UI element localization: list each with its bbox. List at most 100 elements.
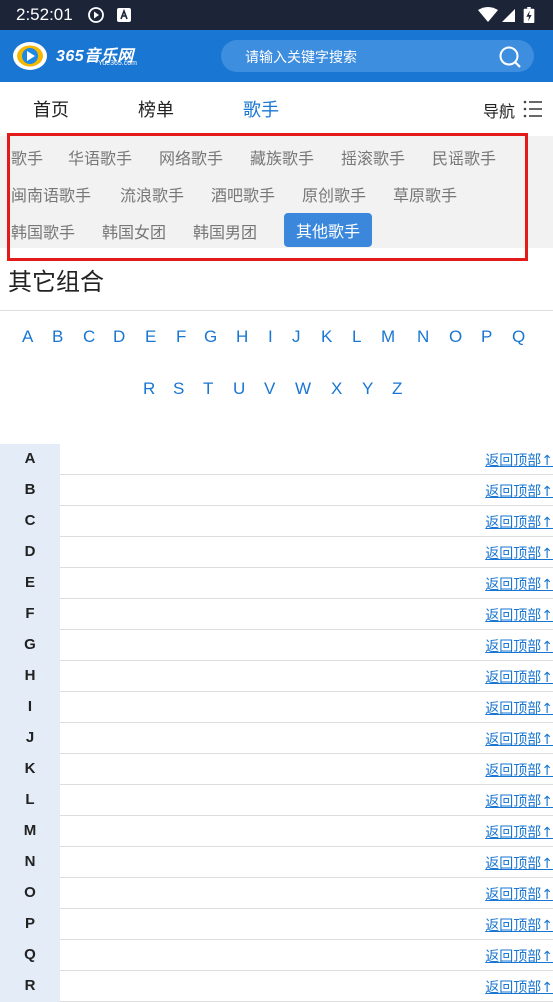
list-item: J 返回顶部↑ <box>0 723 553 754</box>
back-to-top-link[interactable]: 返回顶部↑ <box>485 791 553 811</box>
list-item: G 返回顶部↑ <box>0 630 553 661</box>
list-item: R 返回顶部↑ <box>0 971 553 1002</box>
back-to-top-link[interactable]: 返回顶部↑ <box>485 481 553 501</box>
letter-index-item[interactable]: Y <box>362 379 373 399</box>
back-to-top-link[interactable]: 返回顶部↑ <box>485 450 553 470</box>
back-to-top-link[interactable]: 返回顶部↑ <box>485 822 553 842</box>
back-to-top-link[interactable]: 返回顶部↑ <box>485 915 553 935</box>
back-to-top-link[interactable]: 返回顶部↑ <box>485 574 553 594</box>
site-logo[interactable]: 365音乐网 Yue365.com <box>12 38 162 74</box>
back-to-top-link[interactable]: 返回顶部↑ <box>485 605 553 625</box>
section-letter: G <box>24 636 36 653</box>
letter-index-item[interactable]: R <box>143 379 155 399</box>
letter-index-item[interactable]: H <box>236 327 248 347</box>
list-item: H 返回顶部↑ <box>0 661 553 692</box>
back-to-top-link[interactable]: 返回顶部↑ <box>485 512 553 532</box>
letter-index-item[interactable]: N <box>417 327 429 347</box>
letter-index-item[interactable]: I <box>268 327 273 347</box>
back-to-top-link[interactable]: 返回顶部↑ <box>485 698 553 718</box>
letter-index-item[interactable]: P <box>481 327 492 347</box>
status-time: 2:52:01 <box>16 5 73 24</box>
letter-index-item[interactable]: Z <box>392 379 402 399</box>
search-input[interactable]: 请输入关键字搜索 <box>221 40 534 72</box>
cell-signal-icon <box>502 9 515 22</box>
list-item: D 返回顶部↑ <box>0 537 553 568</box>
divider <box>0 310 553 311</box>
back-to-top-link[interactable]: 返回顶部↑ <box>485 884 553 904</box>
letter-section-list: A 返回顶部↑ B 返回顶部↑ C 返回顶部↑ D 返回顶部↑ E 返回顶部↑ F 返回顶部… <box>0 444 553 1002</box>
logo-emblem-icon <box>13 42 47 70</box>
wifi-icon <box>478 7 498 22</box>
back-to-top-link[interactable]: 返回顶部↑ <box>485 543 553 563</box>
section-letter: P <box>24 915 35 932</box>
letter-index-item[interactable]: U <box>233 379 245 399</box>
letter-index-item[interactable]: T <box>203 379 213 399</box>
back-to-top-link[interactable]: 返回顶部↑ <box>485 667 553 687</box>
list-item: K 返回顶部↑ <box>0 754 553 785</box>
letter-index-item[interactable]: A <box>22 327 33 347</box>
list-item: L 返回顶部↑ <box>0 785 553 816</box>
back-to-top-link[interactable]: 返回顶部↑ <box>485 946 553 966</box>
section-letter: F <box>25 605 35 622</box>
section-letter: K <box>24 760 36 777</box>
letter-index-item[interactable]: O <box>449 327 462 347</box>
section-letter: D <box>24 543 36 560</box>
letter-index-item[interactable]: B <box>52 327 63 347</box>
list-item: O 返回顶部↑ <box>0 878 553 909</box>
letter-index-item[interactable]: G <box>204 327 217 347</box>
list-item: F 返回顶部↑ <box>0 599 553 630</box>
letter-index-item[interactable]: F <box>176 327 186 347</box>
battery-icon <box>523 7 535 23</box>
list-item: I 返回顶部↑ <box>0 692 553 723</box>
logo-subtext: Yue365.com <box>98 60 137 67</box>
letter-index-item[interactable]: Q <box>512 327 525 347</box>
app-notification-icon <box>117 8 131 22</box>
list-item: A 返回顶部↑ <box>0 444 553 475</box>
page-title: 其它组合 <box>8 268 104 296</box>
nav-menu-button[interactable]: 导航 <box>483 98 515 122</box>
letter-index-item[interactable]: D <box>113 327 125 347</box>
list-item: B 返回顶部↑ <box>0 475 553 506</box>
letter-index-item[interactable]: W <box>295 379 311 399</box>
highlight-annotation-box <box>7 133 528 261</box>
section-letter: I <box>27 698 33 715</box>
section-letter: Q <box>24 946 36 963</box>
section-letter: H <box>24 667 36 684</box>
media-play-icon <box>88 7 104 23</box>
letter-index-item[interactable]: V <box>264 379 275 399</box>
list-item: M 返回顶部↑ <box>0 816 553 847</box>
letter-index-item[interactable]: L <box>352 327 361 347</box>
tab-singers[interactable]: 歌手 <box>243 96 279 122</box>
section-letter: L <box>25 791 35 808</box>
letter-index-item[interactable]: M <box>381 327 395 347</box>
search-placeholder: 请输入关键字搜索 <box>245 50 357 66</box>
back-to-top-link[interactable]: 返回顶部↑ <box>485 853 553 873</box>
list-item: Q 返回顶部↑ <box>0 940 553 971</box>
list-item: N 返回顶部↑ <box>0 847 553 878</box>
section-letter: M <box>23 822 37 839</box>
back-to-top-link[interactable]: 返回顶部↑ <box>485 760 553 780</box>
main-nav: 首页 榜单 歌手 导航 <box>0 82 553 136</box>
section-letter: E <box>24 574 35 591</box>
section-letter: A <box>24 450 36 467</box>
status-bar: 2:52:01 <box>0 0 553 30</box>
letter-index-item[interactable]: C <box>83 327 95 347</box>
tab-home[interactable]: 首页 <box>33 96 69 122</box>
menu-list-icon[interactable] <box>523 99 543 119</box>
letter-index-item[interactable]: E <box>145 327 156 347</box>
back-to-top-link[interactable]: 返回顶部↑ <box>485 636 553 656</box>
back-to-top-link[interactable]: 返回顶部↑ <box>485 977 553 997</box>
tab-charts[interactable]: 榜单 <box>138 96 174 122</box>
section-letter: N <box>24 853 36 870</box>
letter-index-item[interactable]: J <box>292 327 301 347</box>
letter-index-item[interactable]: K <box>321 327 332 347</box>
section-letter: O <box>24 884 36 901</box>
letter-index-item[interactable]: X <box>331 379 342 399</box>
letter-index-item[interactable]: S <box>173 379 184 399</box>
list-item: C 返回顶部↑ <box>0 506 553 537</box>
back-to-top-link[interactable]: 返回顶部↑ <box>485 729 553 749</box>
app-header: 365音乐网 Yue365.com 请输入关键字搜索 <box>0 30 553 82</box>
list-item: E 返回顶部↑ <box>0 568 553 599</box>
search-icon[interactable] <box>498 45 522 69</box>
section-letter: J <box>25 729 35 746</box>
